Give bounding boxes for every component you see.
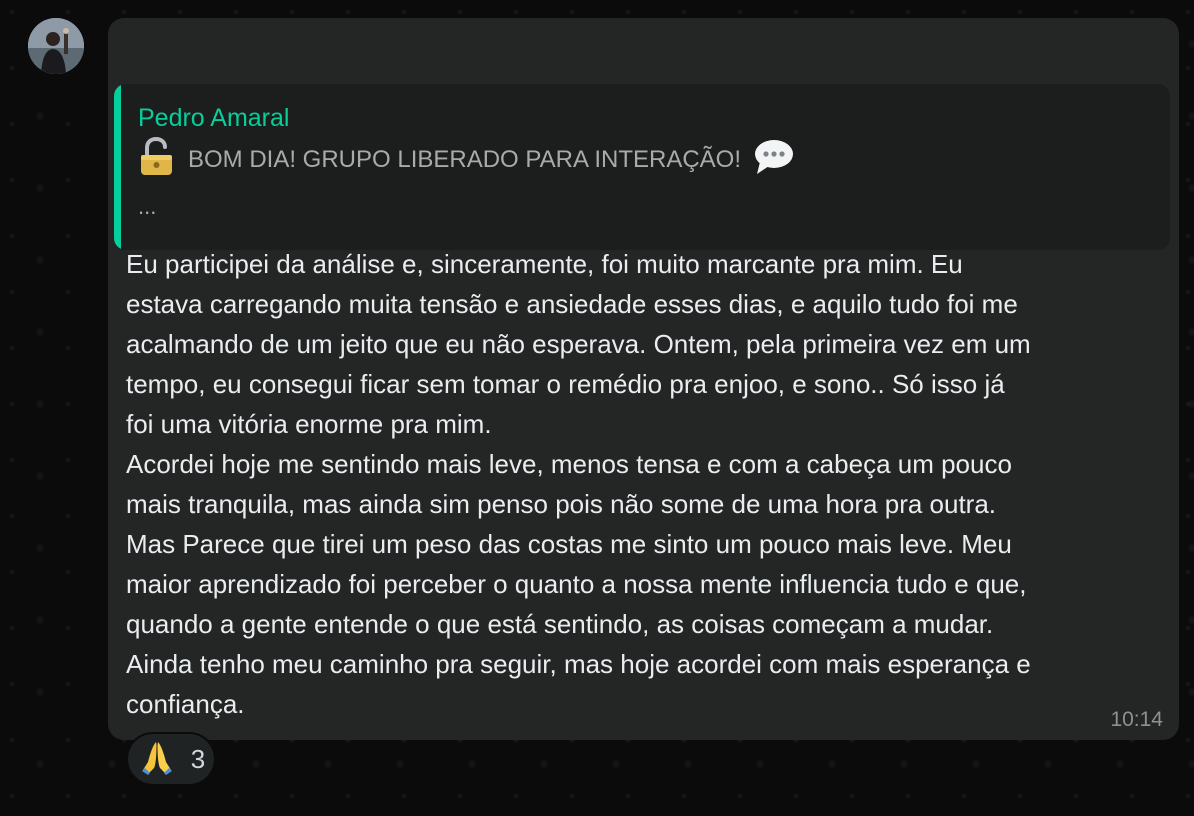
message-timestamp: 10:14 [1110,708,1163,731]
quote-author: Pedro Amaral [138,104,290,132]
quote-text-line: BOM DIA! GRUPO LIBERADO PARA INTERAÇÃO! [138,136,795,184]
sender-avatar[interactable] [28,18,84,74]
speech-bubble-icon [753,138,795,183]
quoted-message[interactable]: Pedro Amaral BOM DIA! GRUPO LIBERADO PAR… [114,84,1170,250]
unlocked-padlock-icon [138,136,176,184]
message-bubble[interactable]: Pedro Amaral BOM DIA! GRUPO LIBERADO PAR… [108,18,1179,740]
message-text: Eu participei da análise e, sinceramente… [126,249,1031,719]
quote-text: BOM DIA! GRUPO LIBERADO PARA INTERAÇÃO! [188,146,741,173]
reaction-pill[interactable]: 3 [126,732,216,786]
quote-ellipsis: ... [138,194,157,219]
praying-hands-icon [137,737,177,782]
reaction-count: 3 [190,743,206,774]
quote-accent-bar [114,84,121,250]
